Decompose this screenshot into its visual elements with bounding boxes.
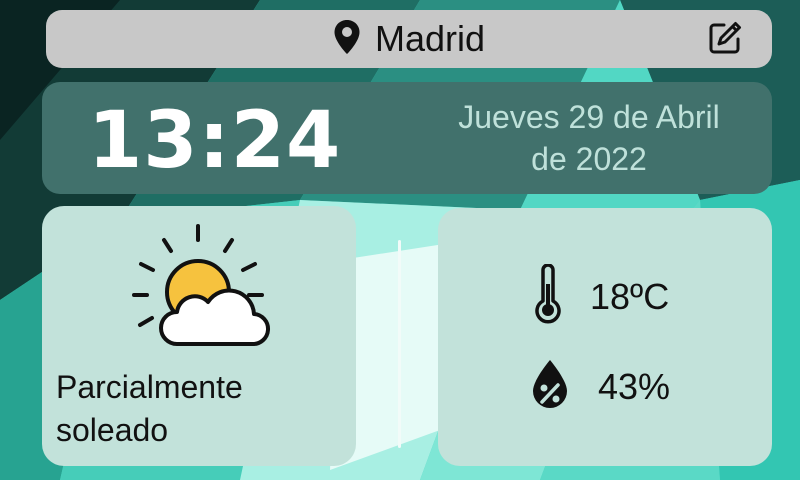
humidity-row: 43% bbox=[530, 358, 670, 415]
weather-condition: Parcialmente soleado bbox=[56, 366, 346, 452]
time-panel: 13:24 Jueves 29 de Abril de 2022 bbox=[42, 82, 772, 194]
humidity-drop-icon bbox=[530, 358, 570, 415]
edit-location-button[interactable] bbox=[706, 21, 744, 59]
clock-time: 13:24 bbox=[88, 96, 342, 186]
weather-card: Parcialmente soleado bbox=[42, 206, 356, 466]
date-display: Jueves 29 de Abril de 2022 bbox=[424, 96, 754, 180]
date-line-1: Jueves 29 de Abril bbox=[458, 99, 720, 135]
card-divider bbox=[398, 240, 401, 448]
stats-card: 18ºC 43% bbox=[438, 208, 772, 466]
map-pin-icon bbox=[333, 19, 361, 60]
location-display: Madrid bbox=[46, 10, 772, 68]
condition-line-2: soleado bbox=[56, 412, 169, 448]
temperature-row: 18ºC bbox=[534, 263, 670, 329]
thermometer-icon bbox=[534, 263, 562, 329]
edit-icon bbox=[707, 20, 743, 61]
partly-sunny-icon bbox=[130, 220, 272, 350]
humidity-value: 43% bbox=[598, 365, 671, 407]
temperature-value: 18ºC bbox=[590, 275, 670, 317]
condition-line-1: Parcialmente bbox=[56, 369, 243, 405]
city-name: Madrid bbox=[374, 18, 486, 59]
location-bar: Madrid bbox=[46, 10, 772, 68]
date-line-2: de 2022 bbox=[531, 141, 647, 177]
